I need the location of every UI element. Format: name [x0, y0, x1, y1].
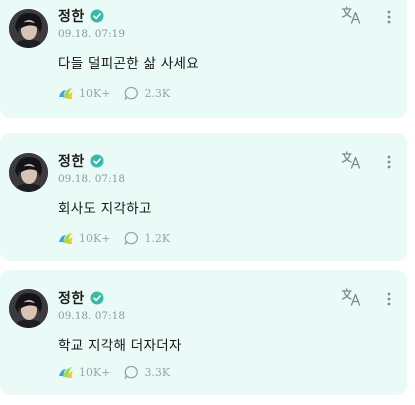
- avatar[interactable]: [9, 153, 48, 192]
- post-text: 다들 덜피곤한 삶 사세요: [58, 56, 199, 72]
- translate-button[interactable]: [341, 288, 361, 306]
- like-count: 10K+: [79, 86, 111, 100]
- like-wave-icon: [59, 367, 73, 378]
- comment-bubble-icon: [124, 86, 139, 100]
- translate-button[interactable]: [341, 6, 361, 24]
- like-button[interactable]: 10K+: [58, 365, 110, 379]
- avatar[interactable]: [9, 289, 48, 328]
- more-vertical-icon: [387, 292, 391, 306]
- like-wave-icon: [59, 233, 73, 244]
- comment-button[interactable]: 1.2K: [124, 231, 170, 245]
- like-button[interactable]: 10K+: [58, 86, 110, 100]
- like-wave-icon: [59, 88, 73, 99]
- verified-badge-icon: [90, 9, 104, 23]
- post-text: 회사도 지각하고: [58, 201, 152, 217]
- author-name[interactable]: 정한: [58, 288, 85, 308]
- post-card[interactable]: 정한 09.18. 07:19 다들 덜피곤한 삶 사세요 10K+ 2.3K: [0, 0, 407, 118]
- like-count: 10K+: [79, 231, 111, 245]
- comment-bubble-icon: [124, 231, 139, 245]
- avatar[interactable]: [9, 9, 48, 48]
- comment-button[interactable]: 3.3K: [124, 365, 170, 379]
- author-row: 정한: [58, 151, 104, 171]
- more-vertical-icon: [387, 10, 391, 24]
- author-name[interactable]: 정한: [58, 151, 85, 171]
- more-options-button[interactable]: [384, 290, 394, 308]
- author-name[interactable]: 정한: [58, 6, 85, 26]
- comment-count: 3.3K: [144, 365, 171, 379]
- translate-button[interactable]: [341, 151, 361, 169]
- post-card[interactable]: 정한 09.18. 07:18 회사도 지각하고 10K+ 1.2K: [0, 133, 407, 261]
- stats-row: 10K+ 2.3K: [58, 86, 170, 100]
- post-feed: 정한 09.18. 07:19 다들 덜피곤한 삶 사세요 10K+ 2.3K …: [0, 0, 415, 405]
- comment-count: 1.2K: [144, 231, 171, 245]
- like-count: 10K+: [79, 365, 111, 379]
- translate-icon: [341, 151, 361, 169]
- stats-row: 10K+ 3.3K: [58, 365, 170, 379]
- like-button[interactable]: 10K+: [58, 231, 110, 245]
- post-text: 학교 지각해 더자더자: [58, 338, 182, 354]
- comment-button[interactable]: 2.3K: [124, 86, 170, 100]
- translate-icon: [341, 6, 361, 24]
- comment-count: 2.3K: [144, 86, 171, 100]
- more-options-button[interactable]: [384, 153, 394, 171]
- post-card[interactable]: 정한 09.18. 07:18 학교 지각해 더자더자 10K+ 3.3K: [0, 270, 407, 395]
- verified-badge-icon: [90, 154, 104, 168]
- author-row: 정한: [58, 288, 104, 308]
- author-row: 정한: [58, 6, 104, 26]
- comment-bubble-icon: [124, 365, 139, 379]
- post-timestamp: 09.18. 07:19: [58, 28, 125, 40]
- stats-row: 10K+ 1.2K: [58, 231, 170, 245]
- verified-badge-icon: [90, 291, 104, 305]
- more-options-button[interactable]: [384, 8, 394, 26]
- post-timestamp: 09.18. 07:18: [58, 173, 125, 185]
- more-vertical-icon: [387, 155, 391, 169]
- translate-icon: [341, 288, 361, 306]
- post-timestamp: 09.18. 07:18: [58, 310, 125, 322]
